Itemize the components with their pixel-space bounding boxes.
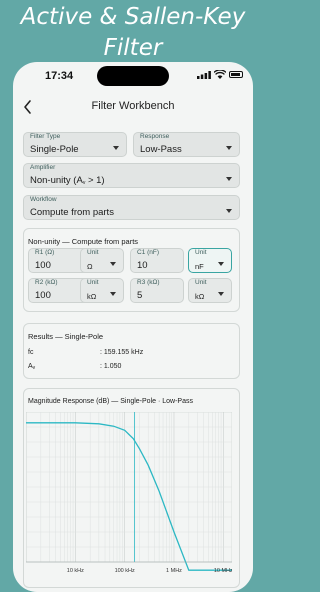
chevron-down-icon [226, 209, 232, 213]
r1-unit-select[interactable]: Unit Ω [80, 248, 124, 273]
dynamic-island [97, 66, 169, 86]
status-time: 17:34 [45, 70, 74, 82]
c1-unit-label: Unit [195, 249, 207, 256]
r3-unit-value: kΩ [195, 292, 205, 301]
r1-value: 100 [35, 260, 51, 271]
c1-input[interactable]: C1 (nF) 10 [130, 248, 184, 273]
c1-unit-value: nF [195, 262, 204, 271]
r3-unit-select[interactable]: Unit kΩ [188, 278, 232, 303]
response-value: Low-Pass [140, 144, 182, 155]
chevron-down-icon [226, 146, 232, 150]
status-bar: 17:34 [13, 62, 253, 88]
amplifier-label: Amplifier [30, 164, 56, 171]
magnitude-chart-card: Magnitude Response (dB) — Single-Pole · … [23, 388, 240, 588]
wifi-icon [214, 70, 226, 79]
x-tick-label: 1 MHz [166, 568, 182, 574]
results-card-title: Results — Single-Pole [28, 332, 104, 341]
x-tick-labels: 10 kHz 100 kHz 1 MHz 10 MHz [67, 568, 232, 574]
phone-screen: 17:34 Filter Workbench Filter Type Singl… [13, 62, 253, 592]
c1-label: C1 (nF) [137, 249, 160, 256]
page-title: Filter Workbench [91, 100, 175, 112]
result-fc-name: fc [28, 349, 34, 356]
result-av-value: : 1.050 [100, 363, 122, 370]
workflow-select[interactable]: Workflow Compute from parts [23, 195, 240, 220]
result-fc-value: : 159.155 kHz [100, 349, 144, 356]
r3-input[interactable]: R3 (kΩ) 5 [130, 278, 184, 303]
amplifier-value-main: Non-unity (A [30, 175, 83, 186]
battery-icon [229, 71, 243, 78]
chevron-down-icon [218, 262, 224, 266]
promo-title: Active & Sallen-Key Filter [0, 2, 266, 64]
amplifier-value-tail: > 1) [85, 175, 105, 186]
r1-unit-label: Unit [87, 249, 99, 256]
r2-unit-select[interactable]: Unit kΩ [80, 278, 124, 303]
nav-bar: Filter Workbench [13, 98, 253, 116]
r3-value: 5 [137, 290, 143, 301]
parts-card: Non-unity — Compute from parts R1 (Ω) 10… [23, 228, 240, 312]
filter-type-value: Single-Pole [30, 144, 79, 155]
x-tick-label: 10 MHz [214, 568, 232, 574]
filter-type-label: Filter Type [30, 133, 61, 140]
chevron-down-icon [113, 146, 119, 150]
x-tick-label: 100 kHz [115, 568, 135, 574]
x-tick-label: 10 kHz [67, 568, 84, 574]
amplifier-value: Non-unity (Av > 1) [30, 175, 105, 186]
result-av-name: Av [28, 363, 35, 371]
r1-unit-value: Ω [87, 262, 93, 271]
r2-value: 100 [35, 290, 51, 301]
chart-title: Magnitude Response (dB) — Single-Pole · … [28, 398, 193, 405]
workflow-label: Workflow [30, 196, 57, 203]
results-card: Results — Single-Pole fc : 159.155 kHz A… [23, 323, 240, 379]
workflow-value: Compute from parts [30, 207, 114, 218]
chevron-down-icon [226, 177, 232, 181]
c1-unit-select[interactable]: Unit nF [188, 248, 232, 273]
chevron-down-icon [110, 292, 116, 296]
r1-label: R1 (Ω) [35, 249, 55, 256]
filter-type-select[interactable]: Filter Type Single-Pole [23, 132, 127, 157]
promo-title-line2: Filter [103, 35, 163, 61]
result-av-name-sub: v [32, 365, 36, 371]
parts-card-title: Non-unity — Compute from parts [28, 237, 139, 246]
r3-label: R3 (kΩ) [137, 279, 160, 286]
r2-label: R2 (kΩ) [35, 279, 58, 286]
r2-unit-label: Unit [87, 279, 99, 286]
magnitude-plot: 10 kHz 100 kHz 1 MHz 10 MHz [26, 412, 232, 574]
response-select[interactable]: Response Low-Pass [133, 132, 240, 157]
response-label: Response [140, 133, 170, 140]
r2-unit-value: kΩ [87, 292, 97, 301]
c1-value: 10 [137, 260, 148, 271]
chevron-down-icon [110, 262, 116, 266]
chevron-down-icon [218, 292, 224, 296]
r3-unit-label: Unit [195, 279, 207, 286]
amplifier-select[interactable]: Amplifier Non-unity (Av > 1) [23, 163, 240, 188]
promo-title-line1: Active & Sallen-Key [20, 4, 246, 30]
cellular-signal-icon [197, 71, 211, 79]
